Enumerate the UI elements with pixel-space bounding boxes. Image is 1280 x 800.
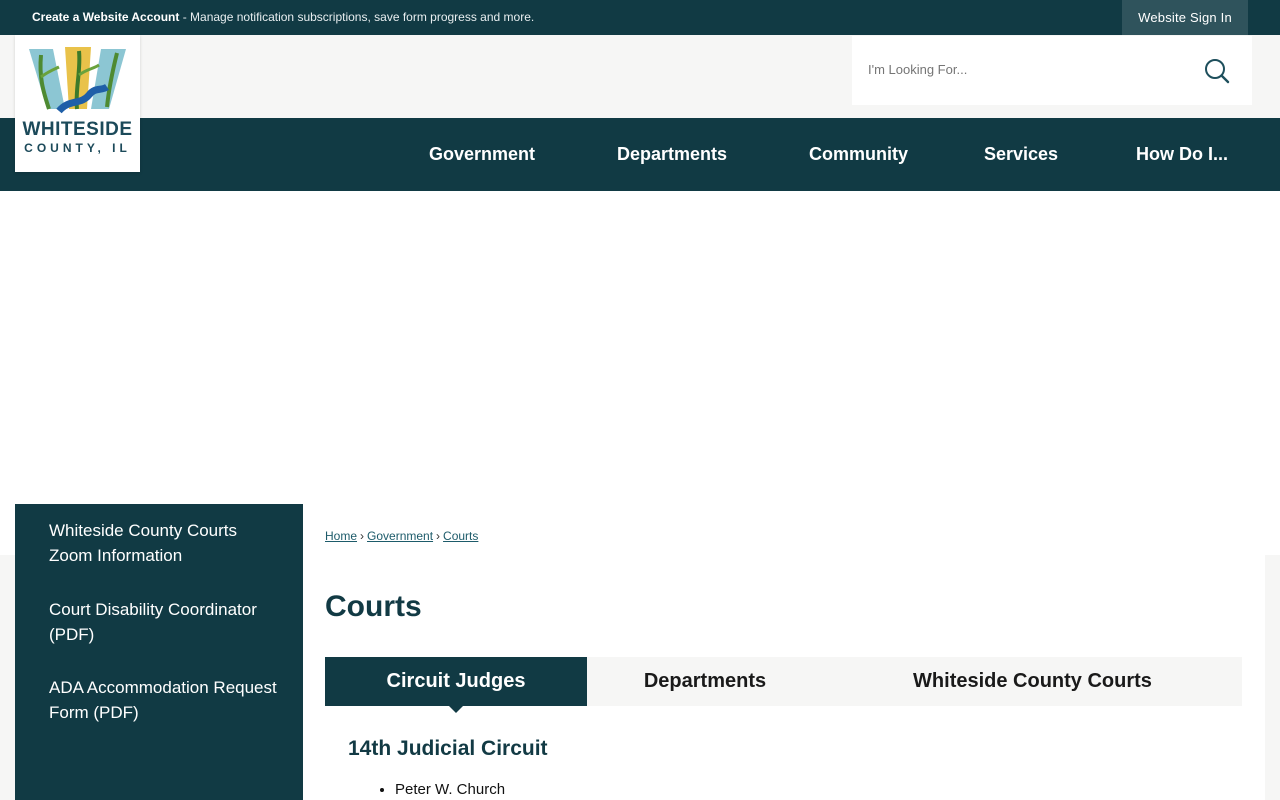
nav-item-government[interactable]: Government [429,118,535,191]
nav-item-community[interactable]: Community [809,118,908,191]
page-title: Courts [325,590,422,623]
sidebar-link-zoom-information[interactable]: Whiteside County Courts Zoom Information [49,518,279,568]
main-navigation: Government Departments Community Service… [0,118,1280,191]
main-content: Home › Government › Courts Courts Circuit Ju… [303,504,1265,800]
active-tab-caret-icon [449,706,463,713]
sidebar-link-ada-request-form[interactable]: ADA Accommodation Request Form (PDF) [49,675,279,725]
tab-bar: Circuit Judges Departments Whiteside Cou… [325,657,1242,713]
county-logo[interactable]: WHITESIDE COUNTY, IL [15,35,140,172]
breadcrumb-separator: › [360,529,365,543]
hero-banner [0,191,1280,504]
nav-item-departments[interactable]: Departments [617,118,727,191]
search-input[interactable] [868,62,1188,77]
tab-departments[interactable]: Departments [587,657,823,706]
judge-list: Peter W. Church [363,781,505,798]
breadcrumb: Home › Government › Courts [325,529,478,543]
tab-whiteside-county-courts[interactable]: Whiteside County Courts [823,657,1242,706]
section-heading: 14th Judicial Circuit [348,737,548,760]
tab-circuit-judges[interactable]: Circuit Judges [325,657,587,713]
breadcrumb-courts[interactable]: Courts [443,529,478,543]
logo-emblem-icon [29,47,126,114]
breadcrumb-separator: › [436,529,441,543]
sidebar-link-disability-coordinator[interactable]: Court Disability Coordinator (PDF) [49,597,279,647]
logo-title: WHITESIDE [22,119,133,140]
account-description: - Manage notification subscriptions, sav… [179,10,535,24]
list-item: Peter W. Church [395,781,505,798]
create-account-link[interactable]: Create a Website Account [32,10,179,24]
tab-label: Circuit Judges [386,670,526,692]
breadcrumb-home[interactable]: Home [325,529,357,543]
nav-item-how-do-i[interactable]: How Do I... [1136,118,1228,191]
logo-subtitle: COUNTY, IL [24,141,131,155]
tab-label: Departments [643,670,767,692]
nav-item-services[interactable]: Services [984,118,1058,191]
tab-label: Whiteside County Courts [913,670,1152,692]
website-sign-in-button[interactable]: Website Sign In [1122,0,1248,35]
search-icon[interactable] [1204,58,1230,84]
account-message: Create a Website Account - Manage notifi… [32,10,534,24]
top-utility-bar: Create a Website Account - Manage notifi… [0,0,1280,35]
search-box [852,36,1252,105]
breadcrumb-government[interactable]: Government [367,529,433,543]
sidebar-quick-links: Whiteside County Courts Zoom Information… [15,504,303,800]
